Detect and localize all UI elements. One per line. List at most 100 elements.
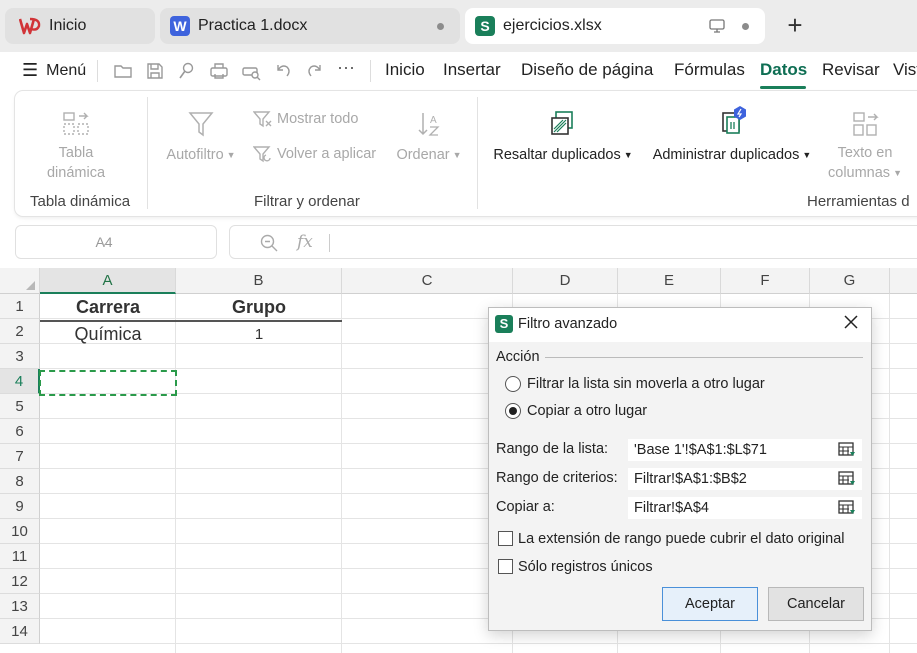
cell-a1[interactable]: Carrera bbox=[40, 295, 176, 320]
select-all-corner[interactable] bbox=[0, 268, 40, 294]
column-header-b[interactable]: B bbox=[176, 268, 342, 294]
row-header-7[interactable]: 7 bbox=[0, 444, 40, 469]
open-folder-icon[interactable] bbox=[113, 61, 133, 81]
close-icon[interactable] bbox=[843, 314, 859, 330]
column-header-c[interactable]: C bbox=[342, 268, 513, 294]
tab-practica-docx[interactable]: W Practica 1.docx bbox=[160, 8, 460, 44]
row-header-3[interactable]: 3 bbox=[0, 344, 40, 369]
format-painter-icon[interactable] bbox=[177, 61, 197, 81]
checkbox-expand-range-label[interactable]: La extensión de rango puede cubrir el da… bbox=[518, 531, 844, 547]
tab-diseno-de-pagina[interactable]: Diseño de página bbox=[521, 60, 653, 80]
column-header-a[interactable]: A bbox=[40, 268, 176, 294]
more-icon[interactable]: ··· bbox=[337, 58, 357, 81]
svg-text:A: A bbox=[430, 115, 437, 126]
column-gridline bbox=[175, 294, 176, 653]
tab-datos[interactable]: Datos bbox=[760, 60, 807, 80]
autofilter-button[interactable]: Autofiltro ▼ bbox=[161, 109, 241, 165]
accept-button[interactable]: Aceptar bbox=[662, 587, 758, 621]
copy-to-label: Copiar a: bbox=[496, 499, 555, 515]
tab-formulas[interactable]: Fórmulas bbox=[674, 60, 745, 80]
spreadsheet-app-icon: S bbox=[495, 315, 513, 333]
row-header-14[interactable]: 14 bbox=[0, 619, 40, 644]
fx-icon[interactable]: fx bbox=[297, 232, 313, 252]
menu-label: Menú bbox=[46, 61, 87, 79]
chevron-down-icon[interactable]: ⌄ bbox=[16, 235, 192, 249]
row-header-10[interactable]: 10 bbox=[0, 519, 40, 544]
checkbox-expand-range[interactable] bbox=[498, 531, 513, 546]
column-header-d[interactable]: D bbox=[513, 268, 618, 294]
tab-inicio[interactable]: Inicio bbox=[5, 8, 155, 44]
tab-insertar[interactable]: Insertar bbox=[443, 60, 501, 80]
radio-copy-to-location[interactable] bbox=[505, 403, 521, 419]
monitor-icon[interactable] bbox=[709, 19, 725, 33]
dropdown-caret-icon: ▼ bbox=[623, 150, 633, 161]
column-header-g[interactable]: G bbox=[810, 268, 890, 294]
cell-a2[interactable]: Química bbox=[40, 322, 176, 347]
tab-vista[interactable]: Vist bbox=[893, 60, 917, 80]
row-header-9[interactable]: 9 bbox=[0, 494, 40, 519]
column-header-e[interactable]: E bbox=[618, 268, 721, 294]
checkbox-unique-records-label[interactable]: Sólo registros únicos bbox=[518, 559, 653, 575]
print-preview-icon[interactable] bbox=[241, 61, 261, 81]
range-picker-icon[interactable] bbox=[838, 500, 856, 516]
column-gridline bbox=[889, 294, 890, 653]
new-tab-button[interactable]: + bbox=[782, 12, 808, 40]
row-gridline bbox=[40, 643, 917, 644]
action-group-label: Acción bbox=[496, 349, 540, 365]
zoom-search-icon[interactable] bbox=[259, 233, 279, 253]
radio-copy-to-location-label[interactable]: Copiar a otro lugar bbox=[527, 403, 647, 419]
divider bbox=[147, 97, 148, 209]
name-box[interactable]: A4 ⌄ bbox=[15, 225, 217, 259]
reapply-button[interactable]: Volver a aplicar bbox=[253, 144, 376, 164]
save-icon[interactable] bbox=[145, 61, 165, 81]
show-all-button[interactable]: Mostrar todo bbox=[253, 109, 358, 129]
radio-filter-in-place[interactable] bbox=[505, 376, 521, 392]
cell-b1[interactable]: Grupo bbox=[176, 295, 342, 320]
text-to-columns-button[interactable]: Texto en columnas ▼ bbox=[825, 109, 905, 183]
dialog-title-bar[interactable]: S Filtro avanzado bbox=[489, 308, 871, 342]
criteria-range-label: Rango de criterios: bbox=[496, 470, 618, 486]
row-header-12[interactable]: 12 bbox=[0, 569, 40, 594]
redo-icon[interactable] bbox=[305, 61, 325, 81]
active-cell-marquee[interactable] bbox=[39, 370, 177, 396]
row-header-1[interactable]: 1 bbox=[0, 294, 40, 319]
print-icon[interactable] bbox=[209, 61, 229, 81]
pivot-table-button[interactable]: Tabla dinámica bbox=[25, 109, 127, 183]
column-header-f[interactable]: F bbox=[721, 268, 810, 294]
range-picker-icon[interactable] bbox=[838, 442, 856, 458]
tab-revisar[interactable]: Revisar bbox=[822, 60, 880, 80]
wps-logo-icon bbox=[19, 17, 41, 35]
main-menu-button[interactable]: ☰ Menú bbox=[22, 60, 86, 81]
group-label-filter: Filtrar y ordenar bbox=[254, 193, 360, 210]
sort-button[interactable]: A Ordenar ▼ bbox=[395, 109, 463, 165]
app-window: Inicio W Practica 1.docx S ejercicios.xl… bbox=[0, 0, 917, 653]
range-picker-icon[interactable] bbox=[838, 471, 856, 487]
formula-bar[interactable]: fx bbox=[229, 225, 917, 259]
criteria-range-field[interactable]: Filtrar!$A$1:$B$2 bbox=[627, 467, 863, 491]
clear-filter-icon bbox=[253, 110, 273, 128]
tab-ejercicios-xlsx[interactable]: S ejercicios.xlsx bbox=[465, 8, 765, 44]
row-header-6[interactable]: 6 bbox=[0, 419, 40, 444]
checkbox-unique-records[interactable] bbox=[498, 559, 513, 574]
dropdown-caret-icon: ▼ bbox=[893, 168, 902, 179]
tab-inicio-ribbon[interactable]: Inicio bbox=[385, 60, 425, 80]
row-header-13[interactable]: 13 bbox=[0, 594, 40, 619]
radio-filter-in-place-label[interactable]: Filtrar la lista sin moverla a otro luga… bbox=[527, 376, 765, 392]
row-header-2[interactable]: 2 bbox=[0, 319, 40, 344]
highlight-duplicates-button[interactable]: Resaltar duplicados ▼ bbox=[491, 109, 635, 165]
row-header-4[interactable]: 4 bbox=[0, 369, 40, 394]
list-range-field[interactable]: 'Base 1'!$A$1:$L$71 bbox=[627, 438, 863, 462]
highlight-duplicates-icon bbox=[548, 109, 578, 139]
row-header-11[interactable]: 11 bbox=[0, 544, 40, 569]
manage-duplicates-button[interactable]: Administrar duplicados ▼ bbox=[647, 105, 817, 165]
dropdown-caret-icon: ▼ bbox=[802, 150, 812, 161]
cell-b2[interactable]: 1 bbox=[176, 322, 342, 347]
pivot-table-label-1: Tabla bbox=[58, 145, 94, 161]
column-header-h[interactable] bbox=[890, 268, 917, 294]
row-header-5[interactable]: 5 bbox=[0, 394, 40, 419]
row-header-8[interactable]: 8 bbox=[0, 469, 40, 494]
cancel-button[interactable]: Cancelar bbox=[768, 587, 864, 621]
undo-icon[interactable] bbox=[273, 61, 293, 81]
reapply-label: Volver a aplicar bbox=[277, 146, 377, 162]
copy-to-field[interactable]: Filtrar!$A$4 bbox=[627, 496, 863, 520]
